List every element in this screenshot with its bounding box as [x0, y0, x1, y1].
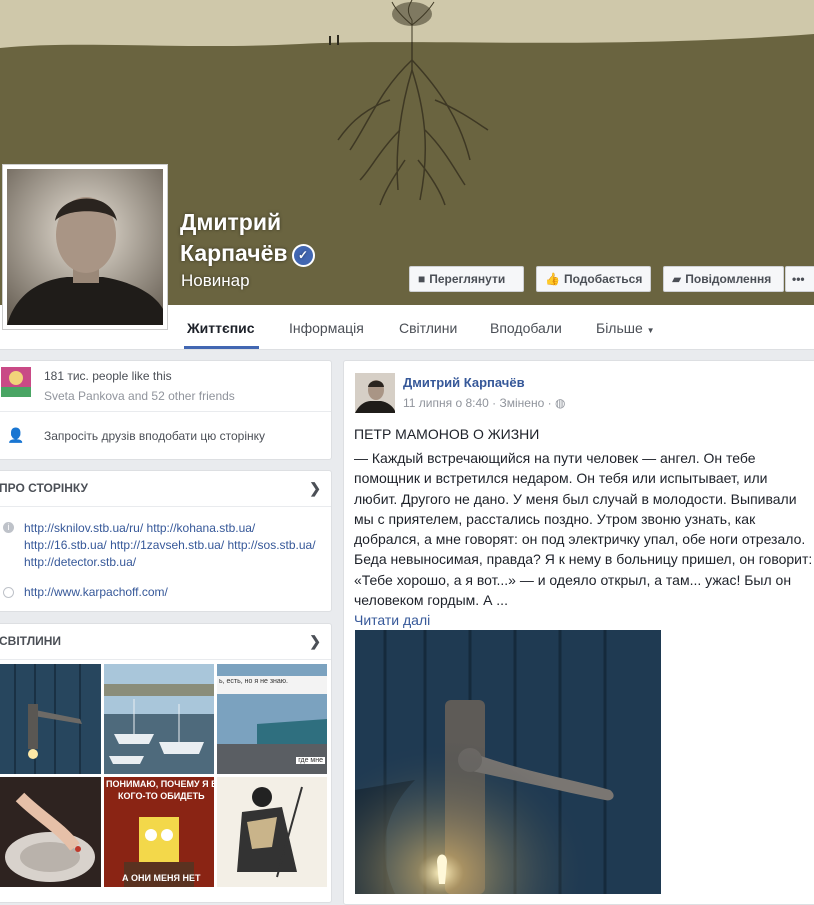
about-link[interactable]: http://kohana.stb.ua/	[147, 521, 256, 535]
page-name[interactable]: Дмитрий Карпачёв ✓	[180, 207, 315, 269]
globe-icon	[3, 587, 14, 598]
photo-thumbnail[interactable]	[104, 664, 214, 774]
photo-caption: ПОНИМАЮ, ПОЧЕМУ Я БО	[106, 779, 214, 789]
post-body-line: мы с приятелем, расстались поздно. Утром…	[354, 510, 756, 527]
page-name-line1[interactable]: Дмитрий	[180, 207, 315, 238]
about-title-label: ПРО СТОРІНКУ	[0, 481, 88, 495]
friends-like-text[interactable]: Sveta Pankova and 52 other friends	[44, 389, 235, 403]
photo-thumbnail[interactable]	[217, 777, 327, 887]
photo-caption: А ОНИ МЕНЯ НЕТ	[122, 873, 201, 883]
about-link[interactable]: http://sknilov.stb.ua/ru/	[24, 521, 143, 535]
post-body-line: «Тебе хорошо, а я вот...» — и одеяло отк…	[354, 571, 792, 588]
active-tab-indicator	[184, 346, 259, 349]
watch-label: Переглянути	[429, 272, 506, 286]
info-icon: i	[3, 522, 14, 533]
post-body-line: добрался, а мне говорят: он под электрич…	[354, 531, 806, 548]
post-body: — Каждый встречающийся на пути человек —…	[354, 448, 812, 631]
photo-thumbnail[interactable]	[0, 777, 101, 887]
post-timestamp[interactable]: 11 липня о 8:40	[403, 396, 489, 410]
globe-icon: ◍	[554, 396, 566, 410]
message-label: Повідомлення	[685, 272, 772, 286]
watch-button[interactable]: ■ Переглянути	[409, 266, 524, 292]
message-button[interactable]: ▰ Повідомлення	[663, 266, 784, 292]
video-icon: ■	[418, 272, 426, 286]
tab-about[interactable]: Інформація	[289, 320, 364, 336]
chevron-right-icon[interactable]: ❯	[309, 633, 321, 650]
post-author-avatar[interactable]	[355, 373, 395, 413]
photo-thumbnail[interactable]	[0, 664, 101, 774]
photo-caption: КОГО-ТО ОБИДЕТЬ	[118, 791, 205, 801]
photo-caption: ь, есть, но я не знаю.	[219, 678, 288, 685]
website-link[interactable]: http://www.karpachoff.com/	[24, 585, 168, 599]
photos-title-label: СВІТЛИНИ	[0, 634, 62, 648]
post-image[interactable]	[355, 630, 661, 894]
about-links: http://sknilov.stb.ua/ru/ http://kohana.…	[24, 520, 324, 571]
avatar	[7, 169, 163, 325]
post-meta: 11 липня о 8:40 · Змінено · ◍	[403, 396, 566, 410]
page-name-line2[interactable]: Карпачёв	[180, 240, 288, 266]
add-friend-icon: 👤	[7, 427, 25, 443]
tab-more[interactable]: Більше ▼	[596, 320, 655, 336]
about-link[interactable]: http://detector.stb.ua/	[24, 555, 136, 569]
page-category[interactable]: Новинар	[181, 271, 250, 291]
profile-picture[interactable]	[2, 164, 168, 330]
friend-avatar[interactable]	[1, 367, 31, 397]
photos-title[interactable]: СВІТЛИНИ	[0, 624, 331, 660]
post-body-line: любит. Другого не дано. У меня был случа…	[354, 490, 797, 507]
tab-timeline[interactable]: Життєпис	[187, 320, 255, 336]
post-body-line: человеком гордым. А ...	[354, 592, 508, 609]
about-title[interactable]: ПРО СТОРІНКУ	[0, 471, 331, 507]
tab-likes[interactable]: Вподобали	[490, 320, 562, 336]
likes-box: 181 тис. people like this Sveta Pankova …	[0, 360, 332, 460]
chat-icon: ▰	[672, 272, 682, 286]
chevron-right-icon[interactable]: ❯	[309, 480, 321, 497]
verified-badge-icon: ✓	[291, 244, 315, 267]
photo-caption: где мне	[296, 757, 325, 764]
post-body-line: — Каждый встречающийся на пути человек —…	[354, 450, 756, 466]
invite-friends-link[interactable]: Запросіть друзів вподобати цю сторінку	[44, 429, 265, 443]
about-box: ПРО СТОРІНКУ ❯ i http://sknilov.stb.ua/r…	[0, 470, 332, 612]
tab-photos[interactable]: Світлини	[399, 320, 457, 336]
like-label: Подобається	[563, 272, 643, 286]
tab-more-label: Більше	[596, 320, 643, 336]
likes-count[interactable]: 181 тис. people like this	[44, 369, 172, 383]
read-more-link[interactable]: Читати далі	[354, 610, 812, 630]
post-body-line: Беда невыносимая, правда? Я к нему в бол…	[354, 551, 813, 568]
photo-thumbnail[interactable]: ь, есть, но я не знаю. где мне	[217, 664, 327, 774]
post-body-line: помощник и встретился недаром. Он тебя и…	[354, 470, 768, 487]
more-dots-icon: •••	[792, 272, 805, 286]
about-link[interactable]: http://sos.stb.ua/	[228, 538, 316, 552]
about-link[interactable]: http://1zavseh.stb.ua/	[110, 538, 224, 552]
post-edited[interactable]: Змінено	[500, 396, 545, 410]
more-options-button[interactable]: •••	[785, 266, 814, 292]
post-title: ПЕТР МАМОНОВ О ЖИЗНИ	[354, 426, 540, 442]
thumbs-up-icon: 👍	[545, 272, 560, 286]
about-link[interactable]: http://16.stb.ua/	[24, 538, 107, 552]
caret-down-icon: ▼	[646, 326, 655, 335]
like-button[interactable]: 👍 Подобається	[536, 266, 651, 292]
photo-thumbnail[interactable]: ПОНИМАЮ, ПОЧЕМУ Я БО КОГО-ТО ОБИДЕТЬ А О…	[104, 777, 214, 887]
post-author-name[interactable]: Дмитрий Карпачёв	[403, 375, 525, 390]
